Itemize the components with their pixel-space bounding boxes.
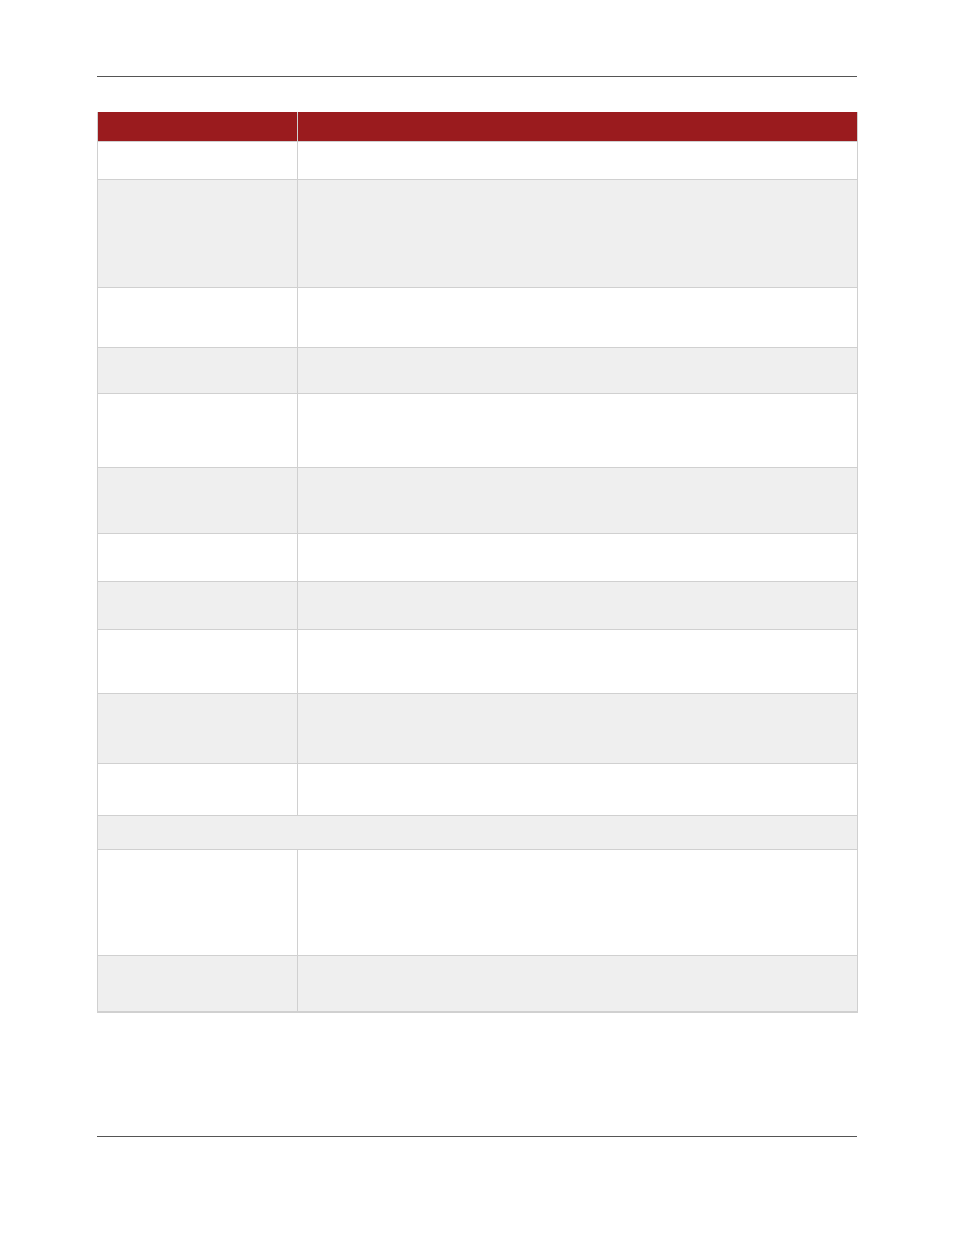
table-row	[98, 142, 857, 180]
table-cell-col2	[298, 288, 857, 348]
table-row	[98, 850, 857, 956]
table-row	[98, 816, 857, 850]
table-cell-col1	[98, 582, 298, 630]
main-table	[97, 112, 858, 1013]
table-cell-col2	[298, 394, 857, 468]
table-cell-col2	[298, 956, 857, 1012]
table-row	[98, 348, 857, 394]
table-cell-col2	[298, 180, 857, 288]
table-row	[98, 180, 857, 288]
table-row	[98, 694, 857, 764]
table-header-col2	[298, 112, 857, 142]
table-cell-col1	[98, 956, 298, 1012]
table-cell-col1	[98, 468, 298, 534]
table-row	[98, 394, 857, 468]
table-cell-col1	[98, 630, 298, 694]
table-cell-col1	[98, 694, 298, 764]
table-row	[98, 468, 857, 534]
table-row	[98, 288, 857, 348]
table-cell-col1	[98, 764, 298, 816]
table-cell-col1	[98, 394, 298, 468]
table-cell-col2	[298, 534, 857, 582]
table-cell-col2	[298, 348, 857, 394]
table-cell-col2	[298, 694, 857, 764]
table-row	[98, 534, 857, 582]
top-rule	[97, 76, 857, 77]
table-cell-col2	[298, 764, 857, 816]
table-cell-col2	[298, 468, 857, 534]
table-row	[98, 630, 857, 694]
page	[0, 0, 954, 1235]
table-cell-col1	[98, 348, 298, 394]
table-cell-col1	[98, 180, 298, 288]
table-cell-col2	[298, 142, 857, 180]
table-row	[98, 764, 857, 816]
table-cell-span	[98, 816, 857, 850]
table-cell-col2	[298, 850, 857, 956]
bottom-rule	[97, 1136, 857, 1137]
table-row	[98, 582, 857, 630]
table-cell-col1	[98, 850, 298, 956]
table-header-row	[98, 112, 857, 142]
table-cell-col1	[98, 142, 298, 180]
table-cell-col1	[98, 534, 298, 582]
table-cell-col2	[298, 630, 857, 694]
table-header-col1	[98, 112, 298, 142]
table-cell-col2	[298, 582, 857, 630]
table-row	[98, 956, 857, 1012]
table-cell-col1	[98, 288, 298, 348]
